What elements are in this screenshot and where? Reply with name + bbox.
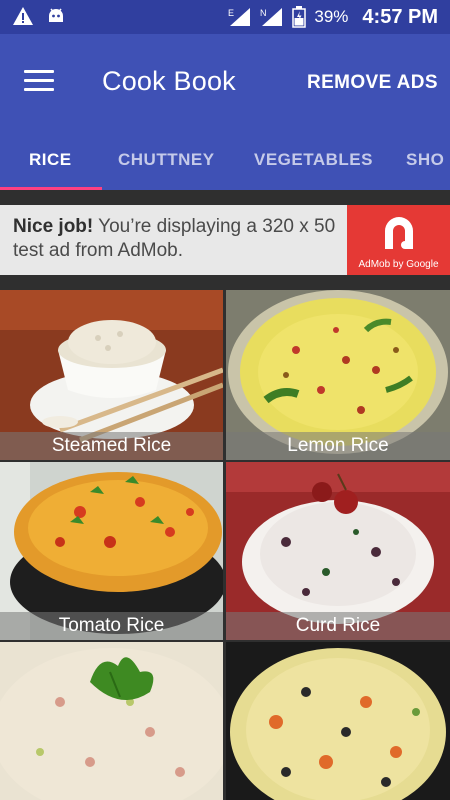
svg-text:N: N	[260, 8, 267, 18]
status-bar: E N 39% 4:57 PM	[0, 0, 450, 34]
recipe-card-lemon-rice[interactable]: Lemon Rice	[226, 290, 450, 460]
android-icon	[49, 8, 63, 22]
recipe-card-pulao[interactable]	[0, 642, 223, 800]
pulao-image	[0, 642, 223, 800]
recipe-card-tomato-rice[interactable]: Tomato Rice	[0, 462, 223, 640]
recipe-card-vegetable-rice[interactable]	[226, 642, 450, 800]
tab-rice[interactable]: RICE	[29, 150, 72, 170]
vegetable-rice-image	[226, 642, 450, 800]
recipe-name: Lemon Rice	[226, 432, 450, 460]
svg-text:E: E	[228, 8, 234, 18]
recipe-name: Tomato Rice	[0, 612, 223, 640]
admob-logo: AdMob by Google	[347, 205, 450, 275]
battery-icon	[292, 6, 307, 28]
active-tab-indicator	[0, 187, 102, 190]
recipe-name: Curd Rice	[226, 612, 450, 640]
admob-icon	[385, 217, 413, 249]
remove-ads-button[interactable]: REMOVE ADS	[307, 72, 438, 94]
battery-percent: 39%	[314, 7, 349, 26]
recipe-card-curd-rice[interactable]: Curd Rice	[226, 462, 450, 640]
ad-headline: Nice job!	[13, 216, 94, 237]
signal-n-icon: N	[260, 8, 283, 26]
category-tabs: RICE CHUTTNEY VEGETABLES SHO	[0, 134, 450, 190]
clock: 4:57 PM	[362, 5, 438, 28]
recipe-name: Steamed Rice	[0, 432, 223, 460]
tab-partial[interactable]: SHO	[406, 150, 444, 170]
app-bar: Cook Book REMOVE ADS	[0, 34, 450, 134]
tab-chuttney[interactable]: CHUTTNEY	[118, 150, 215, 170]
tab-vegetables[interactable]: VEGETABLES	[254, 150, 373, 170]
signal-e-icon: E	[228, 8, 251, 26]
ad-text: Nice job! You’re displaying a 320 x 50 t…	[13, 215, 343, 263]
menu-icon[interactable]	[24, 70, 54, 94]
app-title: Cook Book	[102, 66, 236, 96]
admob-caption: AdMob by Google	[358, 259, 439, 270]
recipe-grid: Steamed Rice Lemon Rice Tomato Rice Curd…	[0, 290, 450, 800]
ad-banner[interactable]: Nice job! You’re displaying a 320 x 50 t…	[0, 205, 450, 275]
recipe-card-steamed-rice[interactable]: Steamed Rice	[0, 290, 223, 460]
warning-icon	[13, 7, 33, 25]
